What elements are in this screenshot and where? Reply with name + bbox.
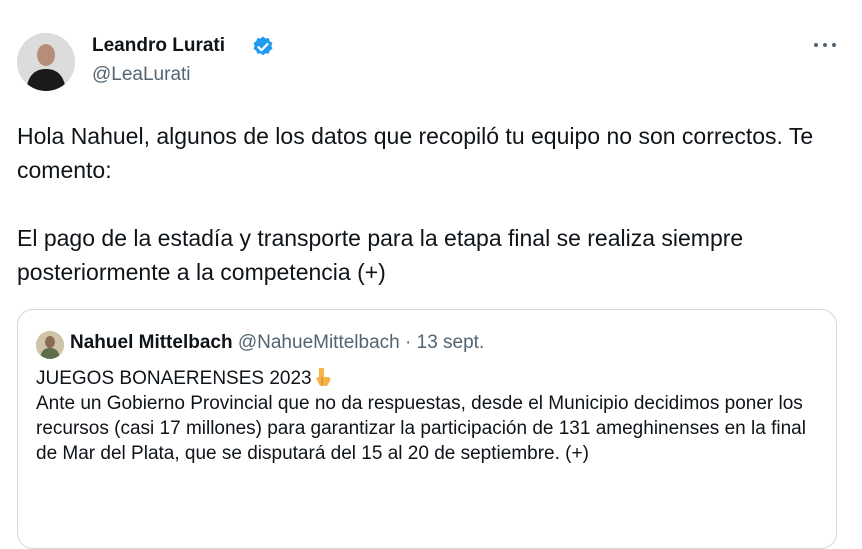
quoted-title: JUEGOS BONAERENSES 2023 — [36, 368, 312, 389]
tweet-paragraph: Hola Nahuel, algunos de los datos que re… — [17, 123, 814, 183]
tweet-header: Leandro Lurati @LeaLurati — [0, 0, 862, 110]
quoted-title-line: JUEGOS BONAERENSES 2023 — [36, 366, 826, 391]
quoted-author-avatar[interactable] — [36, 331, 64, 359]
separator-dot: · — [405, 332, 412, 353]
quoted-author-name[interactable]: Nahuel Mittelbach — [70, 332, 233, 353]
quoted-header: Nahuel Mittelbach @NahueMittelbach · 13 … — [70, 332, 484, 354]
quoted-body: Ante un Gobierno Provincial que no da re… — [36, 393, 806, 464]
quoted-date[interactable]: 13 sept. — [417, 332, 485, 353]
author-handle[interactable]: @LeaLurati — [92, 64, 191, 86]
quoted-author-handle[interactable]: @NahueMittelbach — [238, 332, 400, 353]
quoted-text: JUEGOS BONAERENSES 2023 Ante un Gobierno… — [36, 366, 826, 466]
quoted-tweet[interactable]: Nahuel Mittelbach @NahueMittelbach · 13 … — [17, 309, 837, 549]
tweet-text: Hola Nahuel, algunos de los datos que re… — [17, 119, 847, 289]
author-name[interactable]: Leandro Lurati — [92, 35, 225, 57]
pointing-down-hand-icon — [316, 368, 331, 386]
author-avatar[interactable] — [17, 33, 75, 91]
more-options-icon[interactable] — [812, 38, 838, 52]
tweet-paragraph: El pago de la estadía y transporte para … — [17, 225, 744, 285]
verified-badge-icon — [253, 36, 273, 56]
